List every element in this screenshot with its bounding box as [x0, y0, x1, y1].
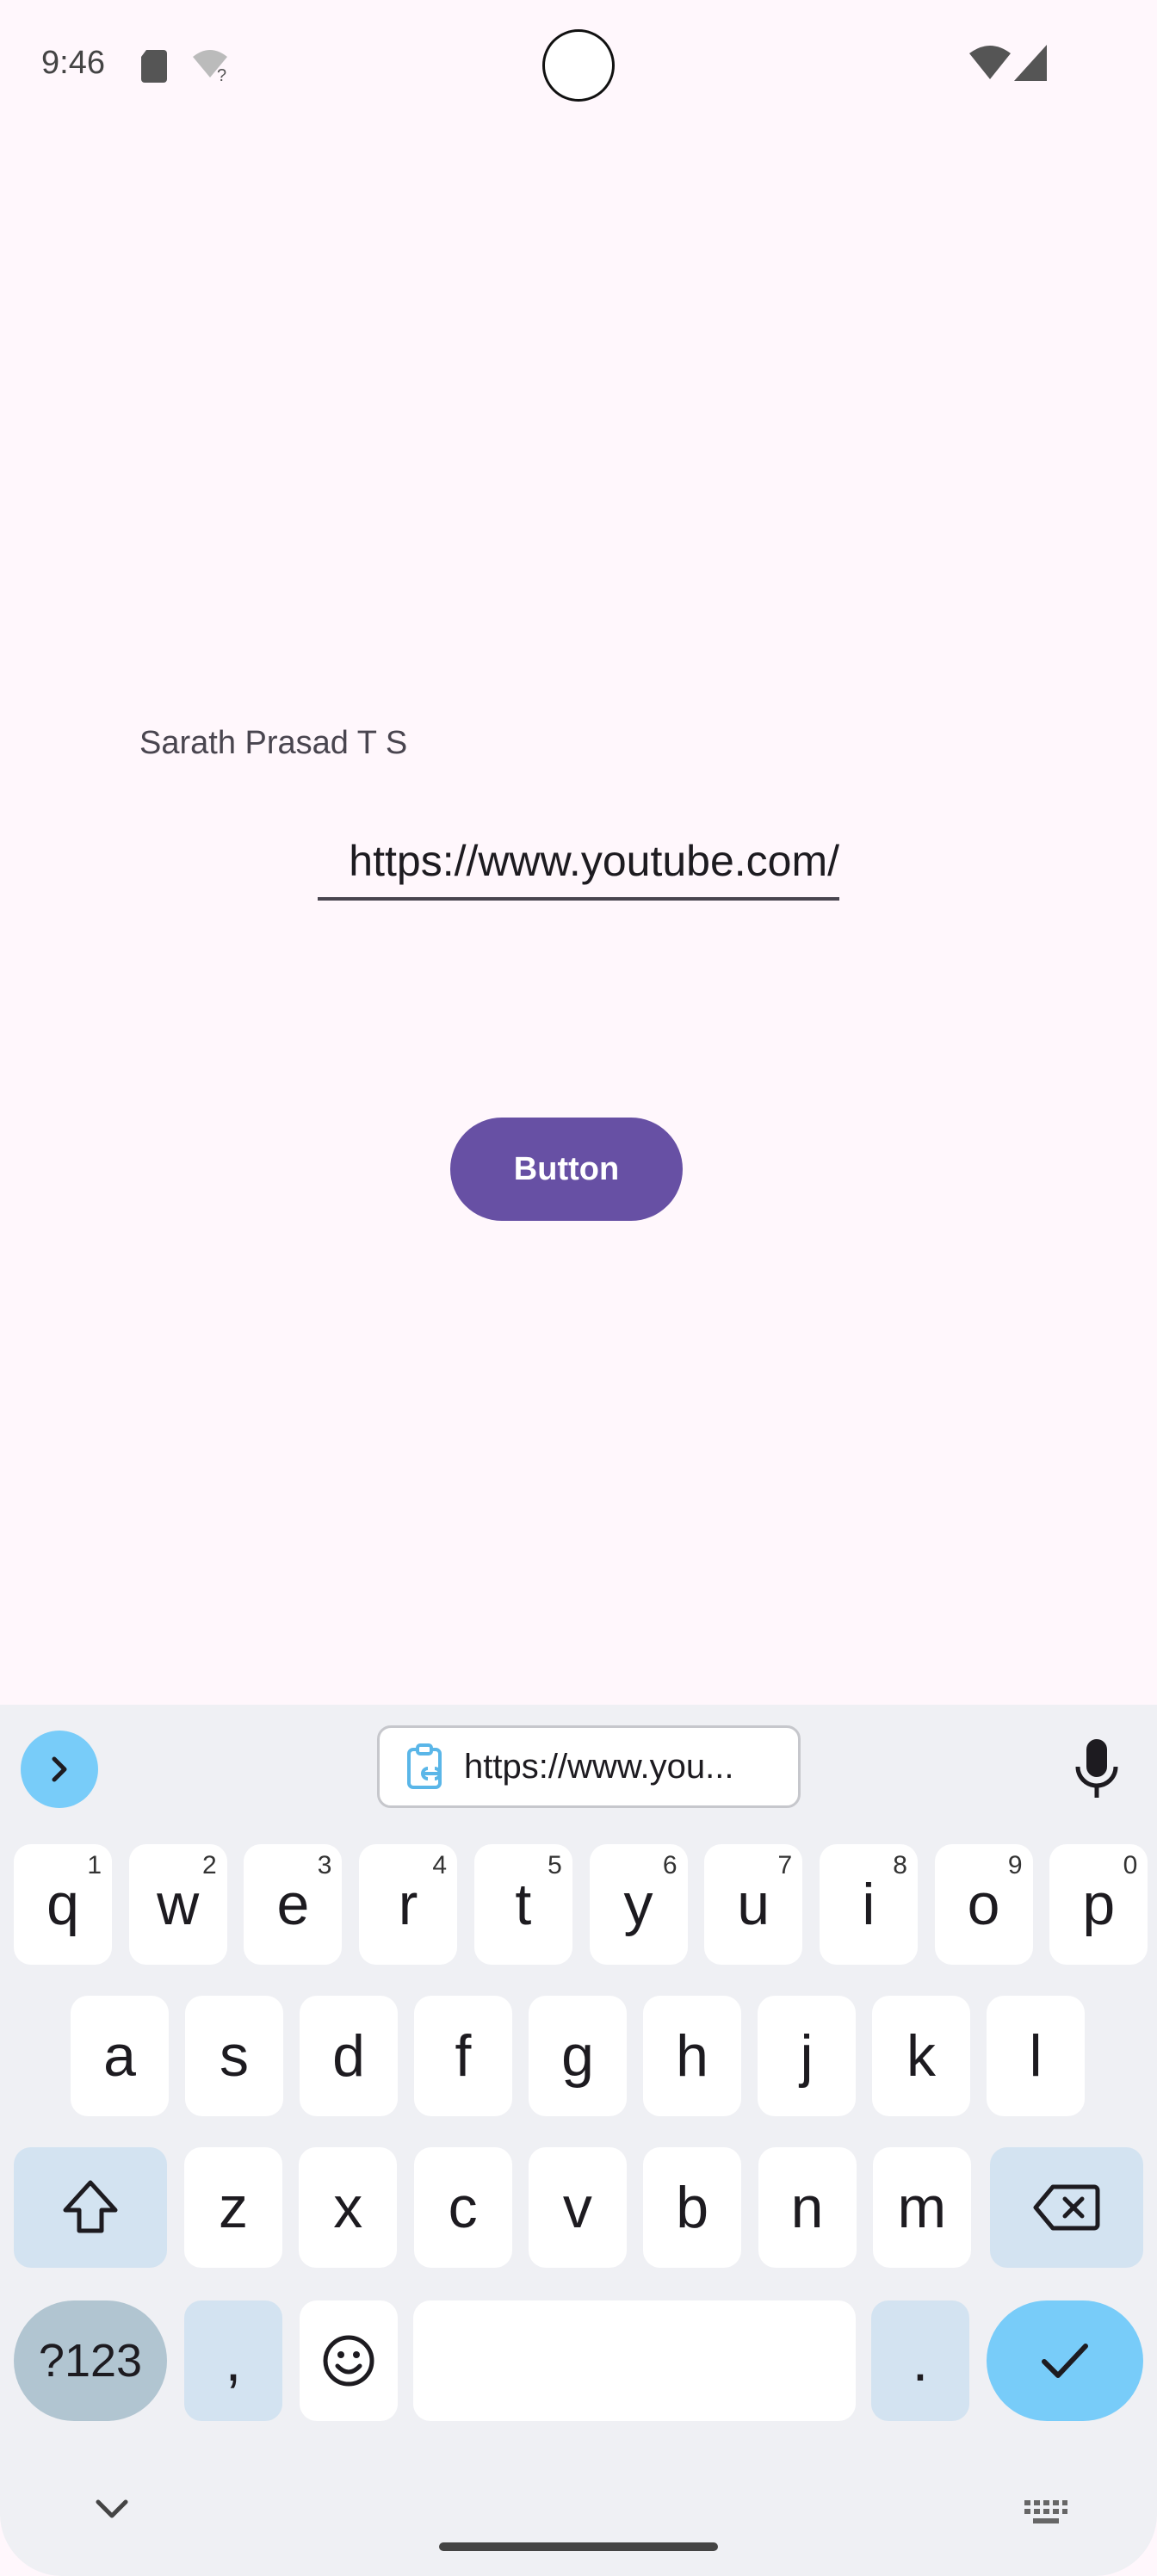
- key-label: l: [1029, 2023, 1043, 2089]
- key-i[interactable]: i8: [819, 1844, 918, 1965]
- emoji-icon: [323, 2335, 374, 2387]
- key-r[interactable]: r4: [359, 1844, 458, 1965]
- key-label: q: [46, 1872, 79, 1937]
- key-p[interactable]: p0: [1049, 1844, 1148, 1965]
- clipboard-chip-text: https://www.you...: [464, 1747, 734, 1786]
- key-x[interactable]: x: [299, 2147, 398, 2268]
- key-label: j: [800, 2023, 814, 2089]
- key-o[interactable]: o9: [934, 1844, 1033, 1965]
- key-q[interactable]: q1: [14, 1844, 112, 1965]
- key-label: h: [676, 2023, 708, 2089]
- key-label: i: [862, 1872, 875, 1937]
- key-label: b: [676, 2175, 709, 2240]
- space-key[interactable]: [413, 2300, 856, 2421]
- key-label: y: [623, 1872, 653, 1937]
- key-hint: 2: [202, 1851, 217, 1879]
- emoji-key[interactable]: [300, 2300, 398, 2421]
- check-icon: [1042, 2344, 1088, 2378]
- backspace-icon: [1033, 2184, 1100, 2231]
- key-hint: 7: [777, 1851, 793, 1879]
- key-label: x: [333, 2175, 363, 2240]
- mic-icon[interactable]: [1071, 1737, 1123, 1801]
- clipboard-link-icon: [407, 1743, 442, 1789]
- key-n[interactable]: n: [758, 2147, 857, 2268]
- key-label: u: [737, 1872, 770, 1937]
- key-label: n: [790, 2175, 824, 2240]
- svg-text:?: ?: [217, 66, 226, 83]
- key-hint: 0: [1123, 1851, 1138, 1879]
- key-label: g: [561, 2023, 594, 2089]
- gesture-nav-handle[interactable]: [439, 2542, 718, 2551]
- key-b[interactable]: b: [643, 2147, 742, 2268]
- key-label: w: [157, 1872, 200, 1937]
- sd-card-icon: [141, 50, 167, 83]
- key-c[interactable]: c: [413, 2147, 512, 2268]
- wifi-icon: [969, 46, 1011, 79]
- key-label: c: [448, 2175, 478, 2240]
- key-label: v: [562, 2175, 592, 2240]
- keyboard: https://www.you... q1w2e3r4t5y6u7i8o9p0a…: [0, 1705, 1157, 2576]
- key-z[interactable]: z: [184, 2147, 282, 2268]
- key-w[interactable]: w2: [128, 1844, 227, 1965]
- key-label: r: [398, 1872, 418, 1937]
- shift-icon: [63, 2180, 118, 2233]
- key-label: f: [455, 2023, 472, 2089]
- key-h[interactable]: h: [643, 1996, 741, 2116]
- comma-key[interactable]: ,: [184, 2300, 282, 2421]
- shift-key[interactable]: [14, 2147, 167, 2268]
- key-label: z: [219, 2175, 248, 2240]
- symbols-key[interactable]: ?123: [14, 2300, 167, 2421]
- key-label: e: [276, 1872, 310, 1937]
- key-j[interactable]: j: [758, 1996, 856, 2116]
- key-label: d: [332, 2023, 365, 2089]
- key-hint: 1: [87, 1851, 102, 1879]
- name-label: Sarath Prasad T S: [139, 725, 408, 761]
- chevron-right-icon: [52, 1756, 67, 1782]
- key-v[interactable]: v: [528, 2147, 627, 2268]
- key-hint: 5: [548, 1851, 562, 1879]
- key-d[interactable]: d: [300, 1996, 398, 2116]
- key-hint: 4: [432, 1851, 448, 1879]
- key-label: p: [1082, 1872, 1116, 1937]
- signal-icon: [1014, 45, 1047, 81]
- key-y[interactable]: y6: [589, 1844, 688, 1965]
- key-hint: 8: [893, 1851, 907, 1879]
- main-button[interactable]: Button: [450, 1118, 683, 1221]
- key-l[interactable]: l: [987, 1996, 1085, 2116]
- key-k[interactable]: k: [872, 1996, 970, 2116]
- screen: 9:46 ? Sarath Prasad T S Button http: [0, 0, 1157, 2576]
- keyboard-switch-icon[interactable]: [1024, 2500, 1067, 2526]
- wifi-question-icon: ?: [193, 50, 227, 83]
- enter-key[interactable]: [987, 2300, 1143, 2421]
- key-label: k: [906, 2023, 936, 2089]
- backspace-key[interactable]: [990, 2147, 1143, 2268]
- key-label: o: [967, 1872, 1000, 1937]
- clipboard-suggestion-chip[interactable]: https://www.you...: [377, 1725, 801, 1808]
- period-key[interactable]: .: [871, 2300, 969, 2421]
- key-hint: 6: [662, 1851, 677, 1879]
- key-label: a: [103, 2023, 136, 2089]
- keyboard-expand-button[interactable]: [21, 1731, 98, 1808]
- key-t[interactable]: t5: [473, 1844, 572, 1965]
- key-e[interactable]: e3: [244, 1844, 343, 1965]
- key-f[interactable]: f: [414, 1996, 512, 2116]
- key-a[interactable]: a: [71, 1996, 169, 2116]
- hide-keyboard-icon[interactable]: [93, 2497, 131, 2523]
- url-field[interactable]: [318, 828, 839, 901]
- key-m[interactable]: m: [872, 2147, 971, 2268]
- key-label: m: [897, 2175, 947, 2240]
- key-hint: 9: [1007, 1851, 1023, 1879]
- key-u[interactable]: u7: [704, 1844, 803, 1965]
- front-camera: [542, 29, 615, 102]
- status-time: 9:46: [41, 45, 105, 81]
- key-s[interactable]: s: [185, 1996, 283, 2116]
- key-label: t: [515, 1872, 532, 1937]
- key-label: s: [220, 2023, 249, 2089]
- url-input[interactable]: [318, 828, 839, 894]
- key-g[interactable]: g: [529, 1996, 627, 2116]
- key-hint: 3: [317, 1851, 332, 1879]
